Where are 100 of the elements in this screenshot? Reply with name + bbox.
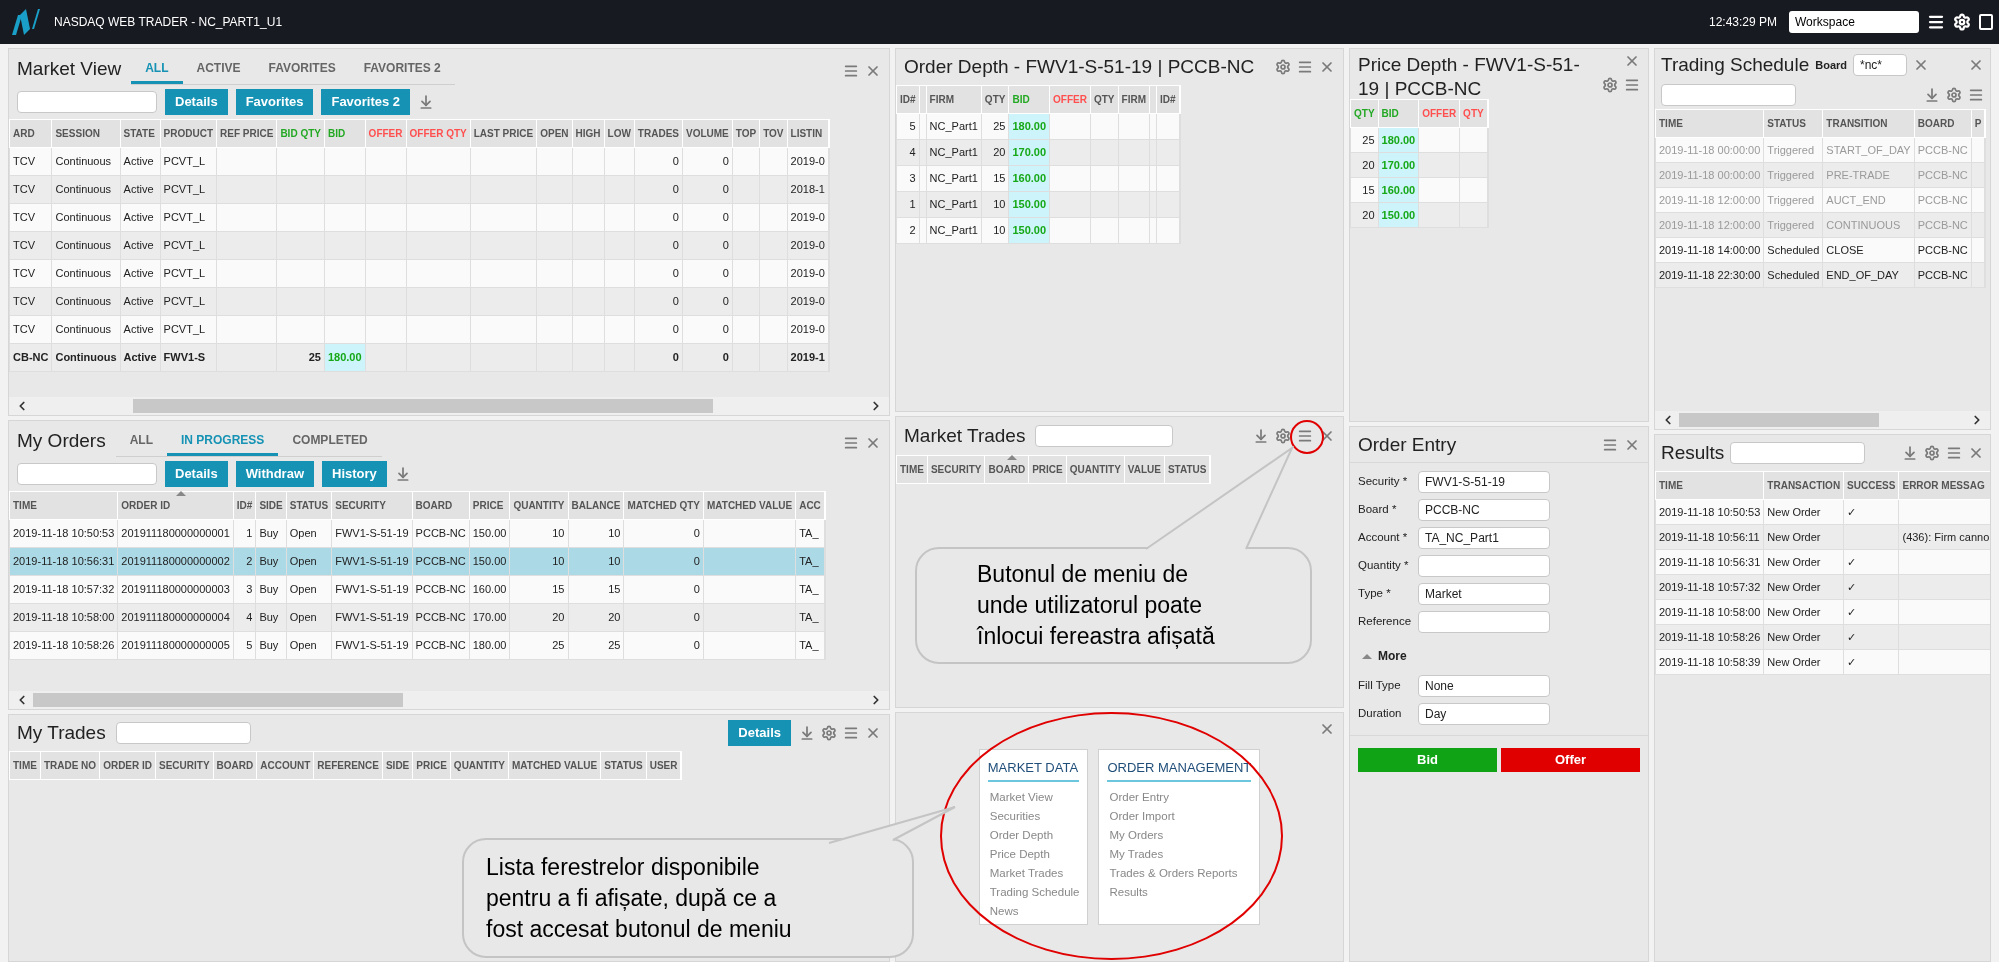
table-row[interactable]: CB-NC Continuous Active FWV1-S 25 180.00 0 0 2019-1 [9, 343, 830, 372]
table-row[interactable]: 2 NC_Part1 10 150.00 [896, 217, 1181, 244]
table-row[interactable]: 2019-11-18 10:58:26 201911180000000005 5 Buy Open FWV1-S-51-19 PCCB-NC 180.00 25 25 0 TA_ [9, 631, 826, 660]
toolbar-button[interactable]: History [322, 461, 387, 487]
table-row[interactable]: TCV Continuous Active PCVT_L 0 0 2019-0 [9, 231, 830, 260]
download-icon[interactable] [1924, 87, 1940, 103]
table-row[interactable]: TCV Continuous Active PCVT_L 0 0 2019-0 [9, 259, 830, 288]
menu-item[interactable]: Trading Schedule [987, 882, 1080, 902]
input-field[interactable] [17, 463, 157, 485]
table-row[interactable]: TCV Continuous Active PCVT_L 0 0 2018-1 [9, 175, 830, 204]
table-row[interactable]: 2019-11-18 10:50:53 New Order ✓ [1655, 499, 1990, 525]
horizontal-scrollbar[interactable] [9, 691, 889, 709]
table-row[interactable]: 25 180.00 [1350, 127, 1489, 153]
tab[interactable]: ALL [115, 426, 167, 456]
table-row[interactable]: TCV Continuous Active PCVT_L 0 0 2019-0 [9, 315, 830, 344]
close-icon[interactable] [865, 435, 881, 451]
bid-button[interactable]: Bid [1358, 748, 1497, 772]
horizontal-scrollbar[interactable] [1655, 411, 1990, 429]
column-header[interactable]: TIME [1659, 480, 1683, 492]
menu-item[interactable]: My Orders [1107, 825, 1252, 845]
table-row[interactable]: 2019-11-18 10:58:39 New Order ✓ [1655, 649, 1990, 675]
input-field[interactable]: Market [1418, 583, 1550, 605]
table-row[interactable]: 2019-11-18 10:58:26 New Order ✓ [1655, 624, 1990, 650]
menu-icon[interactable] [1927, 13, 1945, 31]
menu-item[interactable]: Market View [987, 787, 1080, 807]
table-row[interactable]: TCV Continuous Active PCVT_L 0 0 2019-0 [9, 147, 830, 176]
close-icon[interactable] [1913, 57, 1929, 73]
menu-item[interactable]: Order Depth [987, 825, 1080, 845]
menu-item[interactable]: Order Entry [1107, 787, 1252, 807]
table-row[interactable]: 2019-11-18 14:00:00 Scheduled CLOSE PCCB-NC [1655, 237, 1986, 263]
table-row[interactable]: 5 NC_Part1 25 180.00 [896, 113, 1181, 140]
menu-item[interactable]: Securities [987, 806, 1080, 826]
close-icon[interactable] [1968, 57, 1984, 73]
tab[interactable]: COMPLETED [278, 426, 382, 456]
table-row[interactable]: 2019-11-18 10:57:32 New Order ✓ [1655, 574, 1990, 600]
input-field[interactable]: None [1418, 675, 1550, 697]
more-toggle[interactable]: More [1358, 647, 1640, 665]
table-row[interactable]: 1 NC_Part1 10 150.00 [896, 191, 1181, 218]
toolbar-button[interactable]: Details [728, 720, 791, 746]
toolbar-button[interactable]: Details [165, 461, 228, 487]
input-field[interactable] [1035, 425, 1174, 447]
table-row[interactable]: 20 170.00 [1350, 152, 1489, 178]
toolbar-button[interactable]: Favorites [235, 89, 314, 115]
input-field[interactable]: FWV1-S-51-19 [1418, 471, 1550, 493]
horizontal-scrollbar[interactable] [9, 397, 889, 415]
input-field[interactable] [17, 91, 157, 113]
column-header[interactable]: FIRM [929, 94, 954, 106]
menu-item[interactable]: News [987, 901, 1080, 921]
menu-item[interactable]: Order Import [1107, 806, 1252, 826]
table-row[interactable]: 4 NC_Part1 20 170.00 [896, 139, 1181, 166]
table-row[interactable]: 2019-11-18 10:57:32 201911180000000003 3 Buy Open FWV1-S-51-19 PCCB-NC 160.00 15 15 0 TA_ [9, 575, 826, 604]
table-row[interactable]: 2019-11-18 10:56:31 New Order ✓ [1655, 549, 1990, 575]
download-icon[interactable] [1902, 445, 1918, 461]
column-header[interactable]: TIME [13, 500, 37, 512]
menu-item[interactable]: My Trades [1107, 844, 1252, 864]
table-row[interactable]: 2019-11-18 10:56:31 201911180000000002 2 Buy Open FWV1-S-51-19 PCCB-NC 150.00 10 10 0 TA_ [9, 547, 826, 576]
table-row[interactable]: 2019-11-18 10:50:53 201911180000000001 1 Buy Open FWV1-S-51-19 PCCB-NC 150.00 10 10 0 TA_ [9, 519, 826, 548]
tab[interactable]: FAVORITES [254, 54, 350, 84]
input-field[interactable] [1418, 555, 1550, 577]
table-row[interactable]: 20 150.00 [1350, 202, 1489, 228]
tab[interactable]: IN PROGRESS [167, 426, 279, 456]
input-field[interactable]: Day [1418, 703, 1550, 725]
input-field[interactable] [1661, 84, 1796, 106]
menu-item[interactable]: Price Depth [987, 844, 1080, 864]
tab[interactable]: FAVORITES 2 [349, 54, 455, 84]
download-icon[interactable] [1253, 428, 1269, 444]
menu-item[interactable]: Results [1107, 882, 1252, 902]
menu-item[interactable]: Market Trades [987, 863, 1080, 883]
input-field[interactable]: TA_NC_Part1 [1418, 527, 1550, 549]
close-icon[interactable] [1968, 445, 1984, 461]
input-field[interactable] [115, 722, 251, 744]
table-row[interactable]: TCV Continuous Active PCVT_L 0 0 2019-0 [9, 287, 830, 316]
table-row[interactable]: 2019-11-18 10:58:00 201911180000000004 4 Buy Open FWV1-S-51-19 PCCB-NC 170.00 20 20 0 TA_ [9, 603, 826, 632]
tab[interactable]: ACTIVE [182, 54, 255, 84]
close-icon[interactable] [1624, 53, 1640, 69]
input-field[interactable] [1418, 611, 1550, 633]
toolbar-button[interactable]: Withdraw [235, 461, 315, 487]
input-field[interactable]: *nc* [1853, 54, 1907, 76]
close-icon[interactable] [1319, 59, 1335, 75]
table-row[interactable]: 2019-11-18 10:56:11 New Order (436): Firm canno [1655, 524, 1990, 550]
column-header[interactable]: TIME [1659, 118, 1683, 130]
input-field[interactable] [1730, 442, 1866, 464]
menu-item[interactable]: Trades & Orders Reports [1107, 863, 1252, 883]
input-field[interactable]: PCCB-NC [1418, 499, 1550, 521]
tab[interactable]: ALL [131, 54, 183, 84]
offer-button[interactable]: Offer [1501, 748, 1640, 772]
table-row[interactable]: 3 NC_Part1 15 160.00 [896, 165, 1181, 192]
table-row[interactable]: 2019-11-18 10:58:00 New Order ✓ [1655, 599, 1990, 625]
column-header[interactable]: ORDER ID [121, 500, 171, 512]
download-icon[interactable] [799, 725, 815, 741]
workspace-field[interactable]: Workspace [1789, 11, 1919, 33]
table-row[interactable]: 15 160.00 [1350, 177, 1489, 203]
close-icon[interactable] [1319, 721, 1335, 737]
toolbar-button[interactable]: Favorites 2 [321, 89, 411, 115]
toolbar-button[interactable]: Details [165, 89, 228, 115]
table-row[interactable]: TCV Continuous Active PCVT_L 0 0 2019-0 [9, 203, 830, 232]
close-icon[interactable] [865, 63, 881, 79]
window-icon[interactable] [1979, 14, 1993, 30]
table-row[interactable]: 2019-11-18 22:30:00 Scheduled END_OF_DAY PCCB-NC [1655, 262, 1986, 288]
close-icon[interactable] [865, 725, 881, 741]
